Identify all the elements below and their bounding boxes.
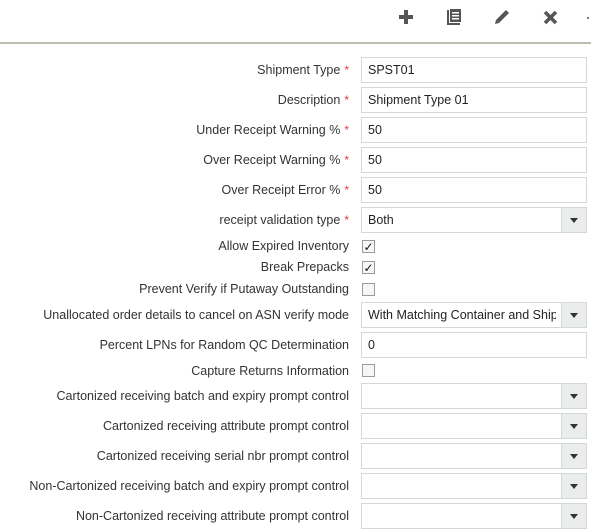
over-receipt-error-label: Over Receipt Error % *: [221, 183, 349, 197]
over-receipt-warning-label: Over Receipt Warning % *: [203, 153, 349, 167]
cart-batch-expiry-label: Cartonized receiving batch and expiry pr…: [56, 389, 349, 403]
chevron-down-icon: [570, 217, 578, 223]
dropdown-button[interactable]: [561, 474, 586, 498]
dropdown-button[interactable]: [561, 444, 586, 468]
required-marker: *: [344, 123, 349, 137]
cart-serial-select[interactable]: [361, 443, 587, 469]
toolbar-divider: [0, 42, 591, 44]
dropdown-button[interactable]: [561, 414, 586, 438]
edit-button[interactable]: [490, 6, 514, 28]
copy-button[interactable]: [442, 6, 466, 28]
unallocated-order-details-label: Unallocated order details to cancel on A…: [43, 308, 349, 322]
chevron-down-icon: [570, 312, 578, 318]
dropdown-button[interactable]: [561, 384, 586, 408]
break-prepacks-checkbox[interactable]: ✓: [362, 261, 375, 274]
pencil-icon: [495, 10, 509, 24]
shipment-type-input[interactable]: [361, 57, 587, 83]
close-icon: [543, 10, 557, 24]
noncart-attribute-label: Non-Cartonized receiving attribute promp…: [75, 509, 349, 523]
description-label: Description *: [277, 93, 349, 107]
receipt-validation-type-label: receipt validation type *: [219, 213, 349, 227]
capture-returns-checkbox[interactable]: [362, 364, 375, 377]
required-marker: *: [344, 213, 349, 227]
shipment-type-label: Shipment Type *: [257, 63, 349, 77]
allow-expired-inventory-checkbox[interactable]: ✓: [362, 240, 375, 253]
required-marker: *: [344, 63, 349, 77]
document-icon: [447, 9, 461, 25]
noncart-batch-expiry-label: Non-Cartonized receiving batch and expir…: [29, 479, 349, 493]
chevron-down-icon: [570, 453, 578, 459]
cart-serial-label: Cartonized receiving serial nbr prompt c…: [96, 449, 349, 463]
under-receipt-warning-input[interactable]: [361, 117, 587, 143]
noncart-batch-expiry-select[interactable]: [361, 473, 587, 499]
capture-returns-label: Capture Returns Information: [191, 364, 349, 378]
selected-value: With Matching Container and Shipment: [368, 308, 556, 322]
percent-lpns-input[interactable]: [361, 332, 587, 358]
chevron-down-icon: [570, 513, 578, 519]
cart-attribute-label: Cartonized receiving attribute prompt co…: [103, 419, 349, 433]
percent-lpns-label: Percent LPNs for Random QC Determination: [99, 338, 349, 352]
plus-icon: [399, 10, 413, 24]
chevron-down-icon: [570, 483, 578, 489]
toolbar: [0, 0, 591, 43]
under-receipt-warning-label: Under Receipt Warning % *: [196, 123, 349, 137]
check-icon: ✓: [363, 260, 374, 275]
chevron-down-icon: [570, 423, 578, 429]
over-receipt-warning-input[interactable]: [361, 147, 587, 173]
dropdown-button[interactable]: [561, 303, 586, 327]
delete-button[interactable]: [538, 6, 562, 28]
dropdown-button[interactable]: [561, 504, 586, 528]
allow-expired-inventory-label: Allow Expired Inventory: [218, 239, 349, 253]
required-marker: *: [344, 93, 349, 107]
description-input[interactable]: [361, 87, 587, 113]
prevent-verify-checkbox[interactable]: [362, 283, 375, 296]
add-button[interactable]: [394, 6, 418, 28]
dropdown-button[interactable]: [561, 208, 586, 232]
cart-batch-expiry-select[interactable]: [361, 383, 587, 409]
selected-value: Both: [368, 213, 394, 227]
required-marker: *: [344, 153, 349, 167]
noncart-attribute-select[interactable]: [361, 503, 587, 529]
chevron-down-icon: [570, 393, 578, 399]
receipt-validation-type-select[interactable]: Both: [361, 207, 587, 233]
required-marker: *: [344, 183, 349, 197]
check-icon: ✓: [363, 239, 374, 254]
cart-attribute-select[interactable]: [361, 413, 587, 439]
unallocated-order-details-select[interactable]: With Matching Container and Shipment: [361, 302, 587, 328]
more-indicator: [587, 17, 589, 19]
over-receipt-error-input[interactable]: [361, 177, 587, 203]
prevent-verify-label: Prevent Verify if Putaway Outstanding: [139, 282, 349, 296]
break-prepacks-label: Break Prepacks: [260, 260, 349, 274]
